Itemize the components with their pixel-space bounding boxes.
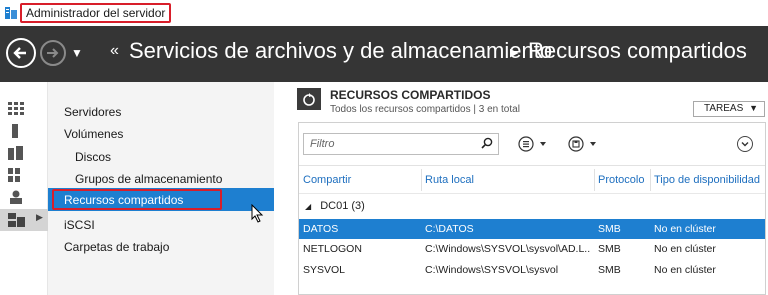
cell-protocol: SMB: [598, 223, 621, 235]
arrow-left-icon: [13, 47, 26, 59]
shares-panel: Filtro Compartir Ruta local Protocolo Ti…: [298, 122, 766, 295]
section-title: RECURSOS COMPARTIDOS: [330, 88, 491, 102]
cell-path: C:\DATOS: [425, 223, 474, 235]
collapse-triangle-icon[interactable]: ◢: [305, 202, 311, 211]
column-header-ruta-local[interactable]: Ruta local: [425, 174, 474, 186]
shared-folder-icon: [297, 88, 321, 110]
filter-input[interactable]: Filtro: [303, 133, 499, 155]
cell-path: C:\Windows\SYSVOL\sysvol\AD.L...: [425, 243, 590, 255]
cell-protocol: SMB: [598, 243, 621, 255]
table-row[interactable]: DATOS C:\DATOS SMB No en clúster: [299, 219, 765, 239]
cell-share: SYSVOL: [303, 264, 346, 276]
breadcrumb-root[interactable]: Servicios de archivos y de almacenamient…: [129, 38, 552, 64]
navigation-pane: Servidores Volúmenes Discos Grupos de al…: [48, 82, 274, 295]
window-title: Administrador del servidor: [20, 3, 172, 23]
expand-arrow-icon[interactable]: ▶: [36, 212, 43, 223]
filter-placeholder: Filtro: [310, 138, 335, 150]
mouse-cursor-icon: [251, 204, 264, 223]
nav-item-servidores[interactable]: Servidores: [64, 105, 121, 119]
nav-item-label: Recursos compartidos: [64, 193, 184, 207]
table-row[interactable]: NETLOGON C:\Windows\SYSVOL\sysvol\AD.L..…: [299, 239, 765, 259]
local-server-icon[interactable]: [8, 124, 24, 138]
rail-item-file-storage[interactable]: ▶: [0, 209, 48, 231]
cell-share: NETLOGON: [303, 243, 362, 255]
group-header[interactable]: ◢ DC01 (3): [305, 200, 365, 212]
column-header-compartir[interactable]: Compartir: [303, 174, 351, 186]
cell-availability: No en clúster: [654, 264, 716, 276]
cell-availability: No en clúster: [654, 223, 716, 235]
section-subtitle: Todos los recursos compartidos | 3 en to…: [330, 104, 520, 115]
column-separator[interactable]: [421, 169, 422, 191]
tasks-label: TAREAS: [704, 103, 744, 114]
cell-availability: No en clúster: [654, 243, 716, 255]
cell-path: C:\Windows\SYSVOL\sysvol: [425, 264, 559, 276]
dashboard-icon[interactable]: [8, 102, 24, 116]
server-manager-icon: [5, 7, 17, 19]
arrow-right-icon: [47, 48, 59, 58]
save-query-button[interactable]: [567, 135, 603, 153]
breadcrumb-expand-icon[interactable]: «: [110, 42, 119, 60]
chevron-down-icon: [741, 142, 749, 147]
file-storage-icon: [8, 213, 25, 227]
nav-item-carpetas-trabajo[interactable]: Carpetas de trabajo: [64, 240, 169, 254]
title-bar: Administrador del servidor: [0, 0, 768, 26]
column-header-protocolo[interactable]: Protocolo: [598, 174, 644, 186]
search-icon[interactable]: [481, 137, 493, 149]
cell-protocol: SMB: [598, 264, 621, 276]
server-group-icon[interactable]: [8, 168, 24, 182]
history-dropdown-icon[interactable]: ▼: [71, 46, 83, 60]
column-separator[interactable]: [594, 169, 595, 191]
nav-item-iscsi[interactable]: iSCSI: [64, 218, 95, 232]
column-separator[interactable]: [650, 169, 651, 191]
forward-button[interactable]: [40, 40, 66, 66]
view-options-button[interactable]: [517, 135, 553, 153]
chevron-down-icon: ▼: [749, 103, 758, 113]
divider: [299, 165, 765, 166]
tasks-dropdown[interactable]: TAREAS ▼: [693, 101, 765, 117]
header-divider: [299, 193, 765, 194]
main-content: RECURSOS COMPARTIDOS Todos los recursos …: [274, 82, 768, 295]
all-servers-icon[interactable]: [8, 146, 24, 160]
breadcrumb-current: Recursos compartidos: [528, 38, 747, 63]
breadcrumb-separator-icon: ▶: [510, 47, 519, 59]
header-bar: ▼ « Servicios de archivos y de almacenam…: [0, 26, 768, 82]
nav-item-grupos-almacenamiento[interactable]: Grupos de almacenamiento: [75, 172, 222, 186]
expand-panel-button[interactable]: [737, 136, 753, 152]
back-button[interactable]: [6, 38, 36, 68]
table-row[interactable]: SYSVOL C:\Windows\SYSVOL\sysvol SMB No e…: [299, 260, 765, 280]
nav-item-volumenes[interactable]: Volúmenes: [64, 127, 123, 141]
nav-item-discos[interactable]: Discos: [75, 150, 111, 164]
column-header-tipo-disponibilidad[interactable]: Tipo de disponibilidad: [654, 174, 760, 186]
group-label: DC01 (3): [320, 200, 365, 212]
cell-share: DATOS: [303, 223, 339, 235]
icon-rail: ▶: [0, 82, 48, 295]
ad-ds-icon[interactable]: [8, 190, 24, 204]
